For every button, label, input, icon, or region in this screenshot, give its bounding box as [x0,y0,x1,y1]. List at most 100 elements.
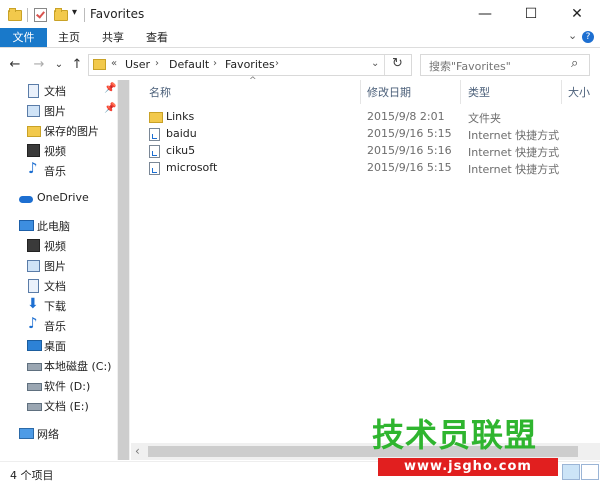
file-name: Links [166,110,195,123]
maximize-button[interactable]: ☐ [508,0,554,28]
nav-label: 桌面 [44,340,66,353]
tab-home[interactable]: 主页 [52,28,86,47]
table-row[interactable]: ciku5 2015/9/16 5:16 Internet 快捷方式 [131,142,600,159]
videos-icon [27,239,40,252]
nav-item-pictures[interactable]: 图片 📌 [0,100,116,120]
desktop-icon [27,340,42,351]
nav-item-drive-d[interactable]: 软件 (D:) [0,375,116,395]
close-button[interactable]: ✕ [554,0,600,28]
ribbon-tabs: 文件 主页 共享 查看 ⌄ ? [0,28,600,48]
nav-item-documents[interactable]: 文档 📌 [0,80,116,100]
help-icon[interactable]: ? [582,31,594,43]
nav-item-pc-pictures[interactable]: 图片 [0,255,116,275]
new-folder-icon[interactable] [54,8,68,21]
refresh-icon[interactable]: ↻ [392,56,403,71]
search-input[interactable] [427,57,571,75]
crumb-favorites[interactable]: Favorites [225,58,275,71]
cloud-icon [19,196,33,203]
network-icon [19,428,34,439]
nav-label: 图片 [44,105,66,118]
watermark-logo-text: 技术员联盟 [372,416,538,454]
title-bar: ▾ Favorites — ☐ ✕ [0,0,600,28]
file-type: 文件夹 [468,112,501,125]
nav-label: 软件 (D:) [44,380,91,393]
download-icon: ⬇ [27,296,39,312]
file-type: Internet 快捷方式 [468,163,560,176]
recent-locations-button[interactable]: ⌄ [50,56,68,72]
nav-label: 网络 [37,428,59,441]
drive-icon [27,403,42,411]
nav-item-onedrive[interactable]: OneDrive [0,188,116,208]
file-modified: 2015/9/8 2:01 [367,110,445,123]
pictures-icon [27,105,40,117]
up-button[interactable]: ↑ [68,56,86,72]
crumb-separator[interactable]: › [155,58,159,69]
item-count: 4 个项目 [10,469,54,482]
minimize-button[interactable]: — [462,0,508,28]
nav-item-downloads[interactable]: ⬇ 下载 [0,295,116,315]
expand-ribbon-button[interactable]: ⌄ [568,29,577,42]
column-header-size[interactable]: 大小 [568,84,590,100]
crumb-user[interactable]: User [125,58,150,71]
nav-item-drive-e[interactable]: 文档 (E:) [0,395,116,415]
watermark-url: www.jsgho.com [378,458,558,476]
pin-icon: 📌 [104,83,117,94]
file-name: ciku5 [166,144,196,157]
nav-item-network[interactable]: 网络 [0,423,116,443]
nav-item-pc-videos[interactable]: 视频 [0,235,116,255]
scroll-left-button[interactable]: ‹ [135,444,140,458]
drive-icon [27,363,42,371]
drive-icon [27,383,42,391]
table-row[interactable]: baidu 2015/9/16 5:15 Internet 快捷方式 [131,125,600,142]
column-header-modified[interactable]: 修改日期 [367,84,411,100]
nav-item-videos[interactable]: 视频 [0,140,116,160]
crumb-separator[interactable]: › [213,58,217,69]
address-dropdown-button[interactable]: ⌄ [371,58,379,69]
computer-icon [19,220,34,231]
nav-item-drive-c[interactable]: 本地磁盘 (C:) [0,355,116,375]
nav-label: 文档 [44,280,66,293]
column-divider[interactable] [360,80,361,104]
nav-label: 音乐 [44,320,66,333]
nav-pane-scrollbar[interactable] [117,80,130,460]
tab-view[interactable]: 查看 [140,28,174,47]
nav-label: 此电脑 [37,220,70,233]
title-separator [84,8,85,22]
column-divider[interactable] [460,80,461,104]
nav-label: 图片 [44,260,66,273]
crumb-default[interactable]: Default [169,58,209,71]
nav-item-desktop[interactable]: 桌面 [0,335,116,355]
nav-item-pc-music[interactable]: ♪ 音乐 [0,315,116,335]
file-type: Internet 快捷方式 [468,146,560,159]
column-divider[interactable] [561,80,562,104]
tab-share[interactable]: 共享 [96,28,130,47]
column-header-name[interactable]: 名称 [149,84,171,100]
details-view-button[interactable] [562,464,580,480]
sort-indicator-icon: ^ [249,76,257,86]
search-icon[interactable]: ⌕ [571,56,578,71]
document-icon [28,84,39,98]
table-row[interactable]: microsoft 2015/9/16 5:15 Internet 快捷方式 [131,159,600,176]
address-divider [384,55,385,75]
large-icons-view-button[interactable] [581,464,599,480]
column-header-type[interactable]: 类型 [468,84,490,100]
crumb-separator[interactable]: › [275,58,279,69]
forward-button[interactable]: → [30,56,48,72]
folder-icon [149,112,163,123]
scrollbar-thumb[interactable] [118,80,129,460]
nav-item-this-pc[interactable]: 此电脑 [0,215,116,235]
overflow-crumb[interactable]: « [111,58,117,69]
folder-icon[interactable] [8,8,22,21]
file-modified: 2015/9/16 5:15 [367,161,452,174]
customize-quick-access-button[interactable]: ▾ [72,7,77,18]
search-box[interactable]: ⌕ [420,54,590,76]
tab-file[interactable]: 文件 [0,28,47,47]
nav-item-saved-pictures[interactable]: 保存的图片 [0,120,116,140]
table-row[interactable]: Links 2015/9/8 2:01 文件夹 [131,108,600,125]
properties-icon[interactable] [34,8,47,22]
address-bar[interactable]: « User › Default › Favorites › ⌄ ↻ [88,54,412,76]
back-button[interactable]: ← [6,56,24,72]
file-list: ^ 名称 修改日期 类型 大小 Links 2015/9/8 2:01 文件夹 … [131,76,600,460]
nav-item-pc-documents[interactable]: 文档 [0,275,116,295]
nav-item-music[interactable]: ♪ 音乐 [0,160,116,180]
